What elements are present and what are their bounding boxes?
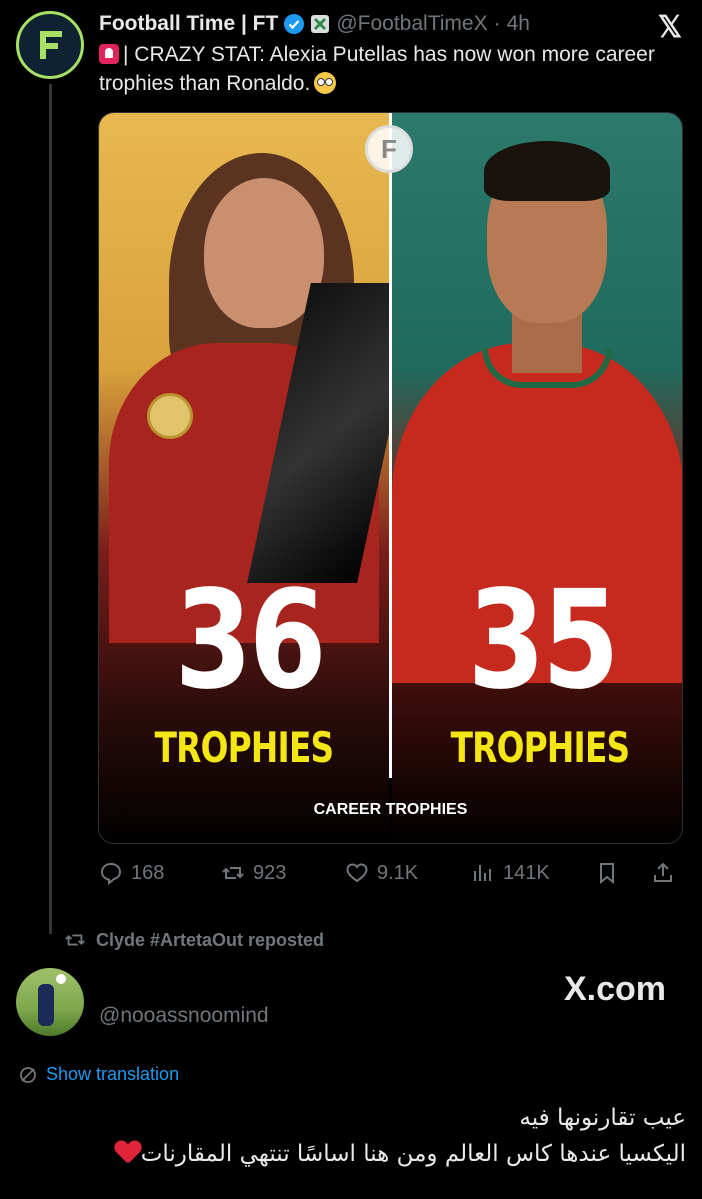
bookmark-icon (600, 863, 614, 885)
reply-user-avatar[interactable] (16, 968, 84, 1036)
reply-text: عيب تقارنونها فيه اليكسيا عندها كاس العا… (16, 1100, 686, 1172)
heart-icon (346, 863, 368, 883)
show-translation-label[interactable]: Show translation (46, 1064, 179, 1085)
ft-logo-icon (40, 31, 62, 59)
tweet-header: Football Time | FT @FootbalTimeX · 4h (99, 10, 530, 38)
avatar-ball (56, 974, 66, 984)
left-trophy-label: TROPHIES (154, 723, 335, 772)
right-trophy-count: 35 (467, 562, 620, 720)
tweet-actions: 168 923 9.1K 141K (99, 856, 684, 890)
verified-badge-icon (284, 14, 305, 34)
show-translation-link[interactable]: Show translation (18, 1064, 179, 1085)
like-button[interactable]: 9.1K (345, 861, 418, 885)
share-button[interactable] (651, 861, 675, 885)
flushed-face-emoji (314, 72, 337, 94)
share-icon (654, 862, 672, 882)
tweet-time[interactable]: 4h (507, 12, 530, 36)
views-count: 141K (503, 861, 550, 884)
reply-line-1: عيب تقارنونها فيه (519, 1105, 686, 1131)
reply-user-handle[interactable]: @nooassnoomind (99, 1004, 269, 1028)
repost-label: Clyde #ArtetaOut reposted (96, 929, 325, 950)
shirt-collar (482, 348, 612, 388)
translate-icon (20, 1066, 36, 1083)
affiliate-badge-icon (311, 15, 330, 33)
views-icon (474, 865, 491, 881)
image-caption: CAREER TROPHIES (313, 801, 468, 818)
bookmark-button[interactable] (595, 861, 619, 885)
repost-button[interactable]: 923 (221, 861, 286, 885)
repost-icon (222, 867, 244, 879)
tweet-image[interactable]: F 36 35 TROPHIES TROPHIES CAREER TROPHIE… (98, 112, 683, 844)
repost-indicator[interactable]: Clyde #ArtetaOut reposted (64, 929, 324, 951)
tweet-text: | CRAZY STAT: Alexia Putellas has now wo… (99, 40, 679, 98)
reply-line-2: اليكسيا عندها كاس العالم ومن هنا اساسًا … (16, 1136, 686, 1172)
reply-line-2-text: اليكسيا عندها كاس العالم ومن هنا اساسًا … (140, 1141, 686, 1167)
reply-button[interactable]: 168 (99, 861, 164, 885)
player-hair (484, 141, 610, 201)
siren-emoji (99, 44, 119, 64)
repost-icon (65, 934, 85, 946)
author-avatar[interactable] (16, 11, 84, 79)
reply-count: 168 (131, 861, 165, 884)
red-heart-emoji (115, 1141, 141, 1165)
left-trophy-count: 36 (174, 562, 327, 720)
tweet-body: | CRAZY STAT: Alexia Putellas has now wo… (99, 43, 655, 95)
like-count: 9.1K (377, 861, 419, 884)
views-button[interactable]: 141K (471, 861, 550, 885)
author-handle[interactable]: @FootbalTimeX (336, 12, 487, 36)
ft-watermark-badge: F (365, 125, 413, 173)
xcom-watermark: X.com (563, 970, 666, 1008)
thread-connector (49, 84, 52, 934)
center-divider (389, 113, 392, 778)
header-separator: · (493, 12, 501, 35)
avatar-figure (38, 984, 54, 1026)
right-trophy-label: TROPHIES (450, 723, 631, 772)
medal-shape (147, 393, 193, 439)
author-name[interactable]: Football Time | FT (99, 12, 278, 36)
reply-icon (100, 862, 122, 885)
repost-count: 923 (253, 861, 287, 884)
